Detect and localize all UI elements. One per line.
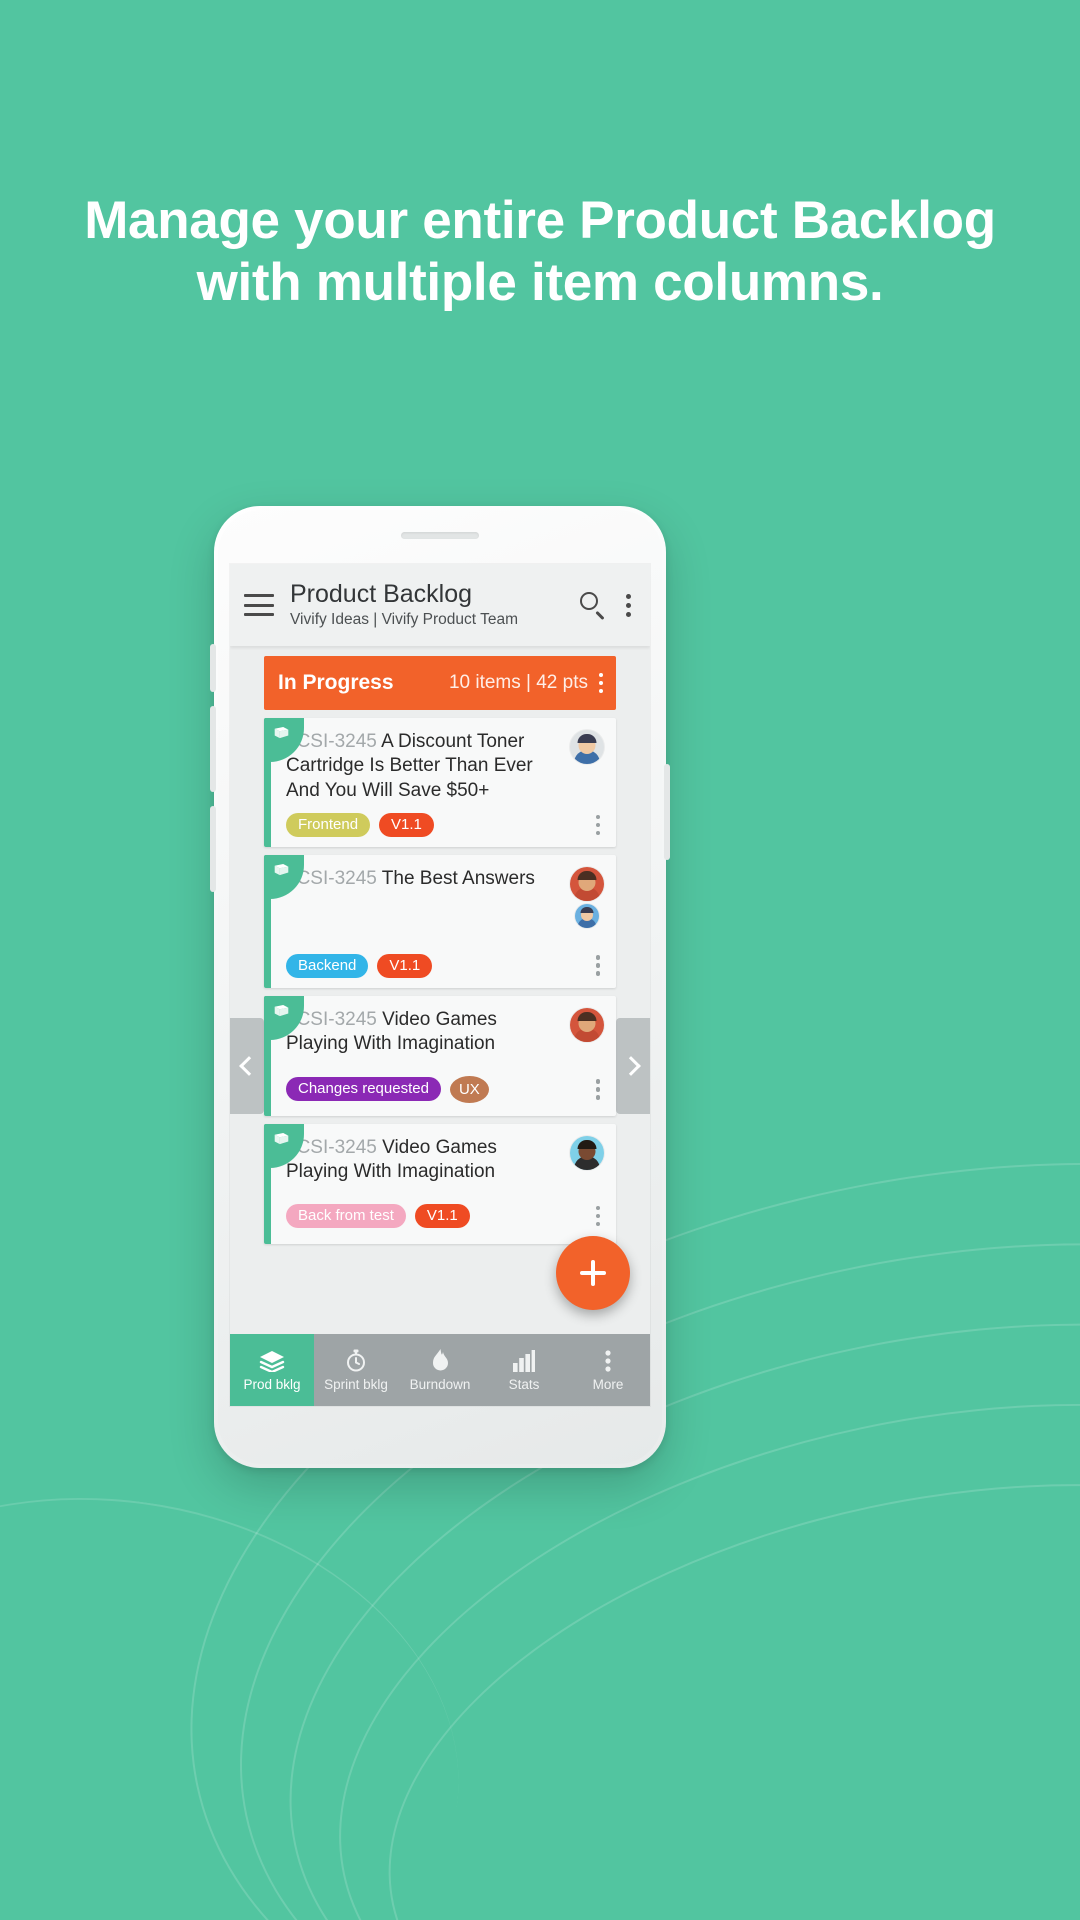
nav-label: Stats xyxy=(508,1376,540,1392)
card-footer: Back from test V1.1 xyxy=(286,1204,604,1229)
card-title-text: The Best Answers xyxy=(381,868,535,890)
kebab-menu-icon[interactable] xyxy=(592,1077,604,1102)
phone-volume-up-button xyxy=(210,706,216,792)
bottom-navigation: Prod bklg Sprint bklg Burndown Stats Mor… xyxy=(230,1334,650,1406)
backlog-card[interactable]: #CSI-3245 Video Games Playing With Imagi… xyxy=(264,1123,616,1244)
nav-label: More xyxy=(592,1376,624,1392)
bar-chart-icon xyxy=(512,1349,536,1373)
card-header: #CSI-3245 Video Games Playing With Imagi… xyxy=(286,1007,604,1066)
promo-screenshot: Manage your entire Product Backlog with … xyxy=(0,0,1080,1920)
phone-screen: Product Backlog Vivify Ideas | Vivify Pr… xyxy=(230,564,650,1406)
tag[interactable]: V1.1 xyxy=(377,953,433,978)
column-header[interactable]: In Progress 10 items | 42 pts xyxy=(264,656,616,710)
decorative-arc xyxy=(0,1453,493,1920)
avatar[interactable] xyxy=(570,1007,604,1042)
flame-icon xyxy=(431,1348,450,1373)
plus-icon xyxy=(591,1260,595,1286)
page-title: Product Backlog xyxy=(290,579,473,608)
tag[interactable]: Changes requested xyxy=(286,1077,441,1102)
card-assignees xyxy=(570,730,604,764)
card-header: #CSI-3245 The Best Answers xyxy=(286,867,604,943)
kebab-menu-icon[interactable] xyxy=(592,813,604,838)
kebab-menu-icon[interactable] xyxy=(592,671,610,696)
nav-label: Burndown xyxy=(409,1376,471,1392)
card-assignees xyxy=(570,1135,604,1170)
add-item-fab[interactable] xyxy=(556,1236,630,1310)
book-icon xyxy=(274,1004,289,1017)
card-footer: Changes requested UX xyxy=(286,1075,604,1103)
nav-item-burndown[interactable]: Burndown xyxy=(398,1334,482,1406)
card-header: #CSI-3245 A Discount Toner Cartridge Is … xyxy=(286,730,604,803)
kebab-menu-icon[interactable] xyxy=(592,1204,604,1229)
chevron-right-icon[interactable] xyxy=(616,1018,650,1114)
card-title: #CSI-3245 A Discount Toner Cartridge Is … xyxy=(286,730,570,803)
card-header: #CSI-3245 Video Games Playing With Imagi… xyxy=(286,1135,604,1194)
backlog-card[interactable]: #CSI-3245 The Best Answers Backend V1.1 xyxy=(264,855,616,988)
card-tags: Back from test V1.1 xyxy=(286,1204,592,1229)
tag[interactable]: V1.1 xyxy=(379,813,434,838)
phone-earpiece xyxy=(401,532,479,539)
card-tags: Backend V1.1 xyxy=(286,953,592,978)
nav-label: Prod bklg xyxy=(243,1376,301,1392)
hamburger-icon[interactable] xyxy=(244,594,274,616)
tag[interactable]: Back from test xyxy=(286,1204,406,1229)
nav-item-prod-bklg[interactable]: Prod bklg xyxy=(230,1334,314,1406)
card-tags: Frontend V1.1 xyxy=(286,813,592,838)
board-area: In Progress 10 items | 42 pts #CSI-3245 … xyxy=(230,646,650,1334)
app-bar: Product Backlog Vivify Ideas | Vivify Pr… xyxy=(230,564,650,646)
card-title: #CSI-3245 Video Games Playing With Imagi… xyxy=(286,1008,570,1066)
avatar[interactable] xyxy=(575,904,599,929)
phone-side-button xyxy=(210,644,216,692)
card-assignees xyxy=(570,867,604,929)
card-footer: Backend V1.1 xyxy=(286,953,604,978)
kebab-menu-icon[interactable] xyxy=(592,953,604,978)
nav-item-stats[interactable]: Stats xyxy=(482,1334,566,1406)
avatar[interactable] xyxy=(570,1135,604,1170)
layers-icon xyxy=(259,1349,285,1373)
avatar[interactable] xyxy=(570,730,604,764)
nav-item-sprint-bklg[interactable]: Sprint bklg xyxy=(314,1334,398,1406)
column-title: In Progress xyxy=(278,671,394,694)
card-title: #CSI-3245 Video Games Playing With Imagi… xyxy=(286,1136,570,1194)
stopwatch-icon xyxy=(345,1349,367,1373)
tag[interactable]: V1.1 xyxy=(414,1204,470,1229)
tag[interactable]: Frontend xyxy=(286,813,371,838)
phone-power-button xyxy=(664,764,670,860)
search-icon[interactable] xyxy=(580,592,606,621)
avatar[interactable] xyxy=(570,867,604,902)
card-footer: Frontend V1.1 xyxy=(286,813,604,838)
book-icon xyxy=(274,727,289,739)
kebab-menu-icon xyxy=(605,1349,611,1373)
phone-mockup: Product Backlog Vivify Ideas | Vivify Pr… xyxy=(210,506,670,1468)
app-bar-titles: Product Backlog Vivify Ideas | Vivify Pr… xyxy=(290,581,572,629)
promo-headline: Manage your entire Product Backlog with … xyxy=(84,191,996,312)
nav-label: Sprint bklg xyxy=(324,1376,388,1392)
board-column: In Progress 10 items | 42 pts #CSI-3245 … xyxy=(264,656,616,1244)
chevron-left-icon[interactable] xyxy=(230,1018,264,1114)
phone-volume-down-button xyxy=(210,806,216,892)
backlog-card[interactable]: #CSI-3245 Video Games Playing With Imagi… xyxy=(264,995,616,1116)
card-title: #CSI-3245 The Best Answers xyxy=(286,867,570,943)
kebab-menu-icon[interactable] xyxy=(620,592,636,619)
tag[interactable]: Backend xyxy=(286,953,369,978)
card-assignees xyxy=(570,1007,604,1042)
backlog-card[interactable]: #CSI-3245 A Discount Toner Cartridge Is … xyxy=(264,718,616,848)
app-bar-actions xyxy=(572,592,636,621)
card-tags: Changes requested UX xyxy=(286,1075,592,1103)
page-subtitle: Vivify Ideas | Vivify Product Team xyxy=(290,611,519,629)
tag[interactable]: UX xyxy=(449,1075,489,1103)
column-count: 10 items | 42 pts xyxy=(448,672,588,693)
book-icon xyxy=(274,864,289,876)
book-icon xyxy=(274,1132,289,1145)
nav-item-more[interactable]: More xyxy=(566,1334,650,1406)
